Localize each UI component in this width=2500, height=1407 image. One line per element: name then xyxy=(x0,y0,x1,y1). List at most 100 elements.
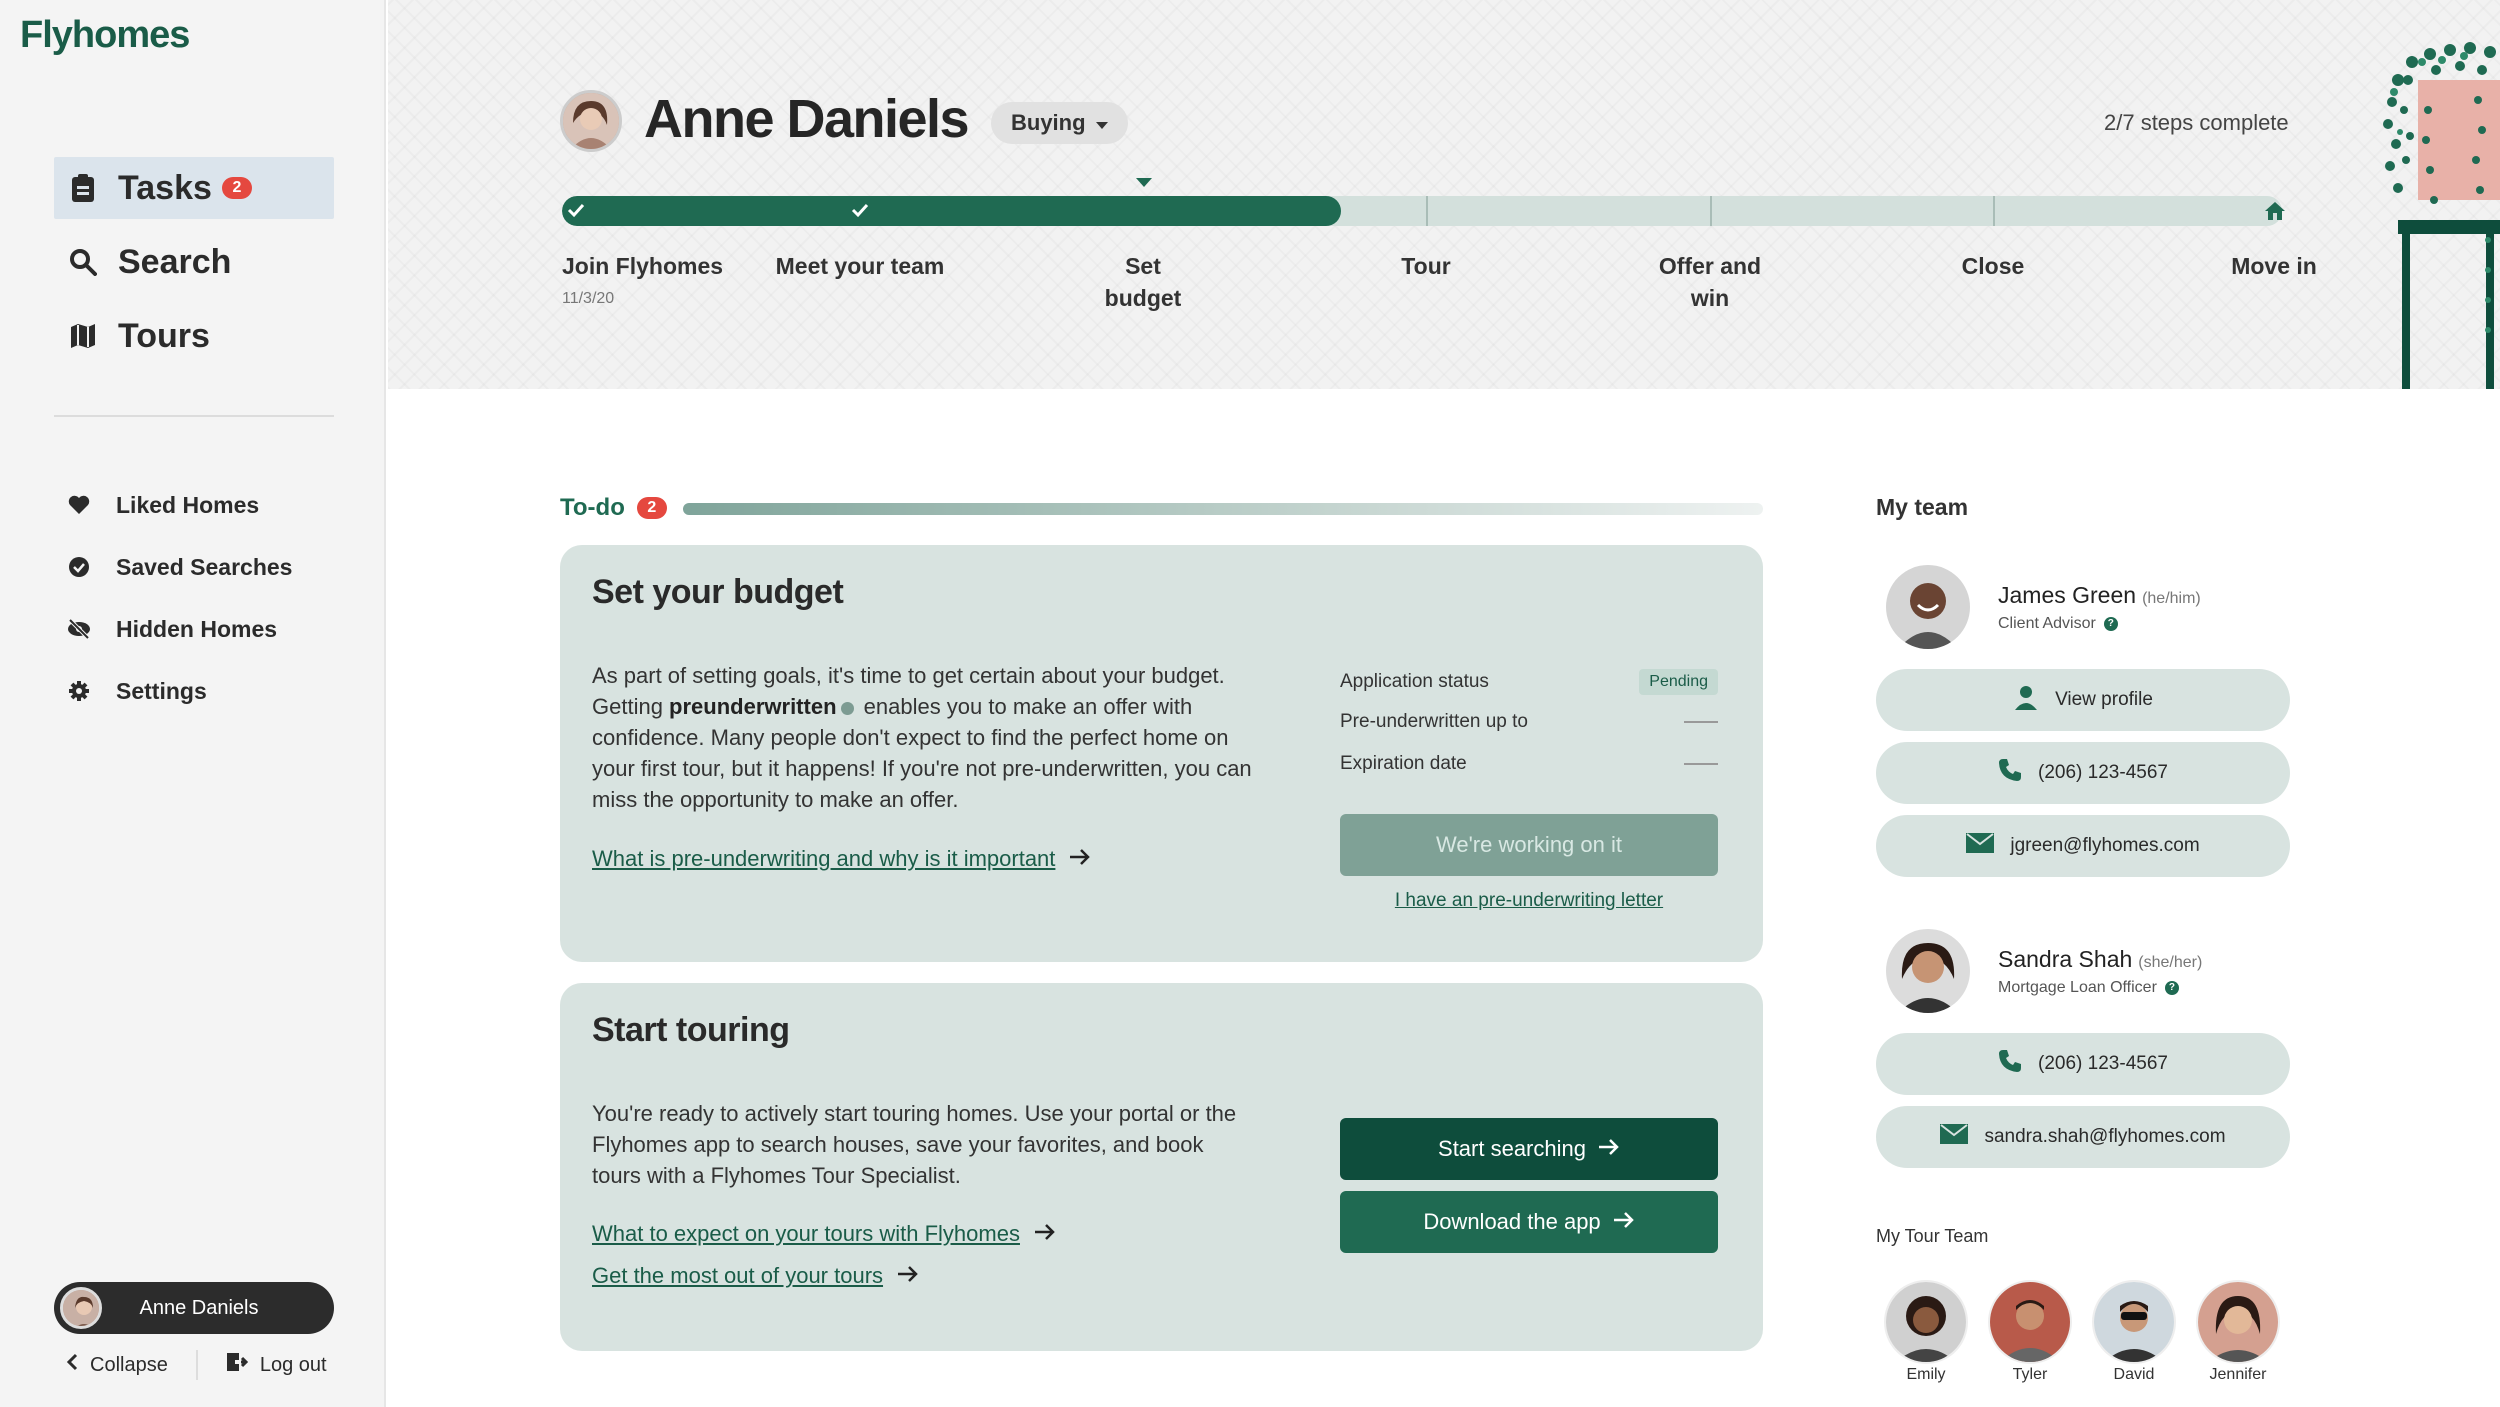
avatar xyxy=(1884,1280,1968,1364)
step-label: Set budget xyxy=(1104,253,1182,311)
tour-member-name: Emily xyxy=(1906,1366,1946,1383)
button-label: Download the app xyxy=(1423,1209,1601,1234)
expiration-label: Expiration date xyxy=(1340,753,1467,774)
steps-complete-text: 2/7 steps complete xyxy=(2104,110,2289,135)
eye-off-icon xyxy=(66,616,92,642)
step-label: Join Flyhomes xyxy=(562,253,724,279)
brand-logo[interactable]: Flyhomes xyxy=(20,14,190,57)
check-circle-icon xyxy=(66,554,92,580)
avatar xyxy=(1886,929,1970,1013)
touring-card-title: Start touring xyxy=(592,1011,790,1049)
link-label: Get the most out of your tours xyxy=(592,1263,884,1288)
team-member-sandra: Sandra Shah (she/her) Mortgage Loan Offic… xyxy=(1886,929,2202,1013)
status-badge: Pending xyxy=(1639,669,1718,695)
have-letter-link[interactable]: I have an pre-underwriting letter xyxy=(1340,890,1718,912)
tour-member-name: Jennifer xyxy=(2209,1366,2267,1383)
budget-card-title: Set your budget xyxy=(592,573,844,611)
user-account-pill[interactable]: Anne Daniels xyxy=(54,1282,334,1334)
nav-item-search[interactable]: Search xyxy=(54,231,334,293)
phone-icon xyxy=(1998,1049,2022,1079)
step-label: Tour xyxy=(1401,253,1451,279)
mail-icon xyxy=(1966,833,1995,859)
view-profile-button[interactable]: View profile xyxy=(1876,669,2290,731)
call-james-button[interactable]: (206) 123-4567 xyxy=(1876,742,2290,804)
arrow-right-icon xyxy=(1034,1221,1056,1247)
call-sandra-button[interactable]: (206) 123-4567 xyxy=(1876,1033,2290,1095)
link-label: What is pre-underwriting and why is it i… xyxy=(592,846,1056,871)
progress-hero: Anne Daniels Buying 2/7 steps complete J… xyxy=(388,0,2500,389)
preunderwritten-label: Pre-underwritten up to xyxy=(1340,711,1528,732)
tour-tips-link[interactable]: Get the most out of your tours xyxy=(592,1263,919,1289)
button-label: Start searching xyxy=(1438,1136,1586,1161)
logout-button[interactable]: Log out xyxy=(226,1352,327,1378)
tour-team-member[interactable]: Jennifer xyxy=(2196,1280,2280,1384)
member-pronouns: (she/her) xyxy=(2138,953,2203,971)
progress-tick xyxy=(1993,196,1995,226)
tour-team-member[interactable]: Tyler xyxy=(1988,1280,2072,1384)
phone-icon xyxy=(1998,758,2022,788)
preunderwritten-term[interactable]: preunderwritten xyxy=(669,694,836,719)
nav-item-hidden-homes[interactable]: Hidden Homes xyxy=(66,598,292,660)
tour-team-member[interactable]: David xyxy=(2092,1280,2176,1384)
nav-label-liked-homes: Liked Homes xyxy=(116,491,260,518)
tour-team-member[interactable]: Emily xyxy=(1884,1280,1968,1384)
footer-separator xyxy=(195,1350,198,1380)
chevron-left-icon xyxy=(66,1353,78,1377)
role-label: Buying xyxy=(1011,110,1086,135)
todo-label: To-do xyxy=(560,494,625,521)
member-role: Client Advisor xyxy=(1998,614,2096,632)
nav-item-saved-searches[interactable]: Saved Searches xyxy=(66,536,292,598)
current-step-marker xyxy=(1136,178,1152,187)
progress-tick xyxy=(1426,196,1428,226)
nav-label-tasks: Tasks xyxy=(118,168,212,207)
email-james-button[interactable]: jgreen@flyhomes.com xyxy=(1876,815,2290,877)
tour-expectations-link[interactable]: What to expect on your tours with Flyhom… xyxy=(592,1221,1056,1247)
download-app-button[interactable]: Download the app xyxy=(1340,1191,1718,1253)
clipboard-icon xyxy=(68,173,98,203)
nav-item-tasks[interactable]: Tasks 2 xyxy=(54,157,334,219)
nav-label-tours: Tours xyxy=(118,316,210,355)
nav-item-liked-homes[interactable]: Liked Homes xyxy=(66,474,292,536)
link-label: What to expect on your tours with Flyhom… xyxy=(592,1221,1020,1246)
preunderwriting-info-link[interactable]: What is pre-underwriting and why is it i… xyxy=(592,846,1091,872)
sidebar-footer: Collapse Log out xyxy=(66,1350,327,1380)
plant-illustration xyxy=(2378,40,2500,389)
touring-card-body: You're ready to actively start touring h… xyxy=(592,1101,1237,1188)
arrow-right-icon xyxy=(1069,846,1091,872)
avatar xyxy=(2196,1280,2280,1364)
logout-icon xyxy=(226,1352,248,1378)
email-sandra-button[interactable]: sandra.shah@flyhomes.com xyxy=(1876,1106,2290,1168)
member-name: James Green xyxy=(1998,581,2137,608)
role-dropdown[interactable]: Buying xyxy=(991,102,1128,144)
search-icon xyxy=(68,247,98,277)
nav-label-saved-searches: Saved Searches xyxy=(116,553,293,580)
collapse-label: Collapse xyxy=(90,1353,168,1376)
todo-count-badge: 2 xyxy=(636,497,667,519)
working-on-it-button[interactable]: We're working on it xyxy=(1340,814,1718,876)
tour-member-name: David xyxy=(2113,1366,2155,1383)
arrow-right-icon xyxy=(1613,1209,1635,1235)
heart-icon xyxy=(66,492,92,518)
step-label: Meet your team xyxy=(775,253,945,279)
arrow-right-icon xyxy=(1598,1136,1620,1162)
main-nav: Tasks 2 Search Tours xyxy=(54,157,334,379)
application-status-row: Application status Pending xyxy=(1340,669,1718,695)
checkmark-icon xyxy=(566,200,586,225)
start-searching-button[interactable]: Start searching xyxy=(1340,1118,1718,1180)
nav-item-tours[interactable]: Tours xyxy=(54,305,334,367)
progress-tick xyxy=(1710,196,1712,226)
secondary-nav: Liked Homes Saved Searches Hidden Homes … xyxy=(66,474,292,722)
info-icon[interactable] xyxy=(840,701,854,715)
logout-label: Log out xyxy=(259,1353,327,1376)
empty-value-dash xyxy=(1684,763,1718,765)
help-icon[interactable]: ? xyxy=(2103,616,2118,631)
team-member-james: James Green (he/him) Client Advisor? xyxy=(1886,565,2201,649)
touring-card: Start touring You're ready to actively s… xyxy=(560,983,1763,1351)
button-label: We're working on it xyxy=(1436,832,1622,857)
collapse-button[interactable]: Collapse xyxy=(66,1353,168,1377)
tour-member-name: Tyler xyxy=(2012,1366,2048,1383)
sidebar: Flyhomes Tasks 2 Search Tours Liked Home… xyxy=(0,0,386,1407)
preunderwritten-row: Pre-underwritten up to xyxy=(1340,711,1718,733)
nav-item-settings[interactable]: Settings xyxy=(66,660,292,722)
help-icon[interactable]: ? xyxy=(2164,980,2179,995)
